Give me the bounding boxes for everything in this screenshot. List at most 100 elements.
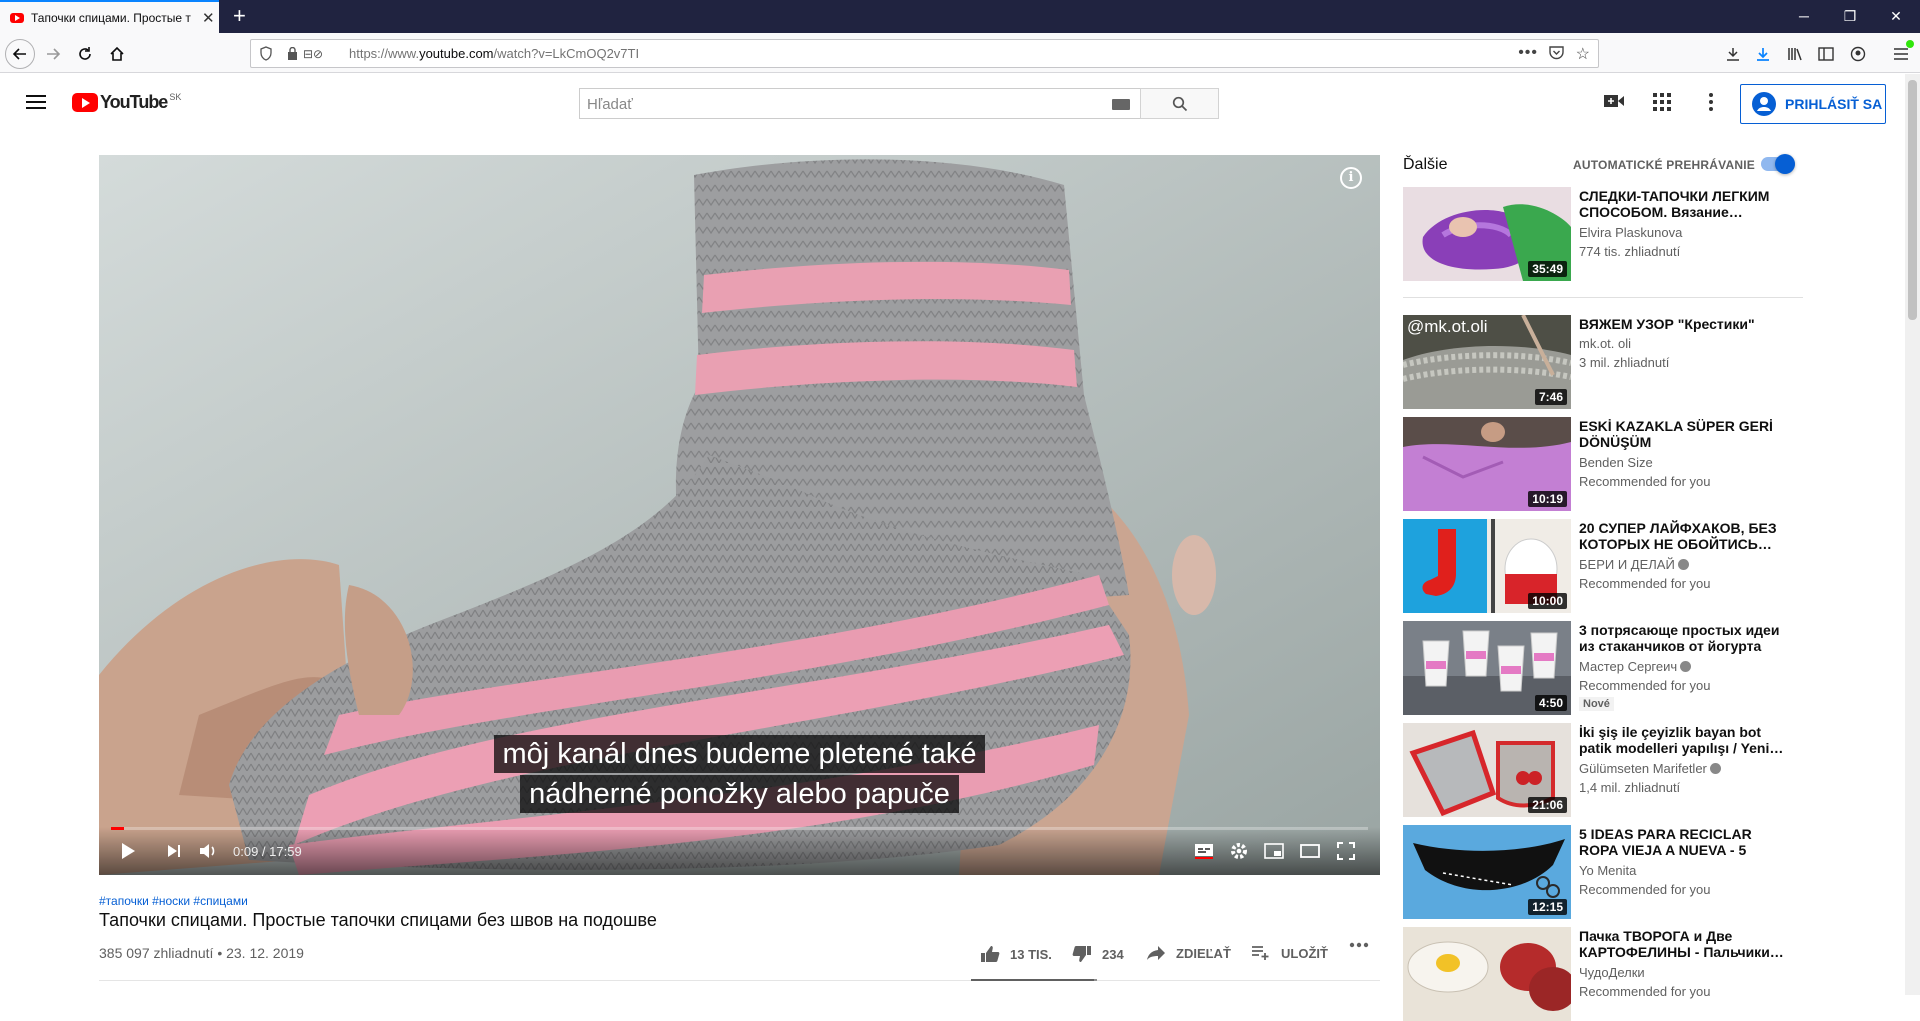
thumbnail-watermark: @mk.ot.oli	[1407, 317, 1488, 336]
address-bar[interactable]: ⊟⊘ https://www.youtube.com/watch?v=LkCmO…	[250, 39, 1599, 68]
keyboard-icon[interactable]	[1112, 99, 1130, 110]
video-meta: Recommended for you	[1579, 882, 1711, 897]
info-icon[interactable]: i	[1340, 167, 1362, 189]
recommended-title[interactable]: İki şiş ile çeyizlik bayan bot patik mod…	[1579, 724, 1784, 756]
subtitle-line-1: môj kanál dnes budeme pletené také	[493, 735, 986, 773]
subtitles-icon[interactable]	[1190, 837, 1218, 865]
browser-nav-bar: ⊟⊘ https://www.youtube.com/watch?v=LkCmO…	[0, 33, 1920, 73]
tab-title: Тапочки спицами. Простые т	[31, 10, 191, 25]
video-player[interactable]: i môj kanál dnes budeme pletené také nád…	[99, 155, 1380, 875]
menu-icon[interactable]	[1886, 39, 1916, 69]
video-meta: 774 tis. zhliadnutí	[1579, 244, 1681, 259]
signin-button[interactable]: PRIHLÁSIŤ SA	[1740, 84, 1886, 124]
miniplayer-icon[interactable]	[1260, 837, 1288, 865]
like-button[interactable]: 13 TIS.	[980, 945, 1052, 963]
restore-icon[interactable]: ❐	[1827, 0, 1873, 33]
browser-tab[interactable]: Тапочки спицами. Простые т ✕	[0, 0, 219, 33]
share-label: ZDIEĽAŤ	[1176, 945, 1231, 961]
dislike-count: 234	[1102, 946, 1124, 962]
recommended-title[interactable]: 5 IDEAS PARA RECICLAR ROPA VIEJA A NUEVA…	[1579, 826, 1784, 858]
create-video-icon[interactable]	[1603, 92, 1625, 110]
pocket-icon[interactable]	[1549, 46, 1564, 60]
recommended-title[interactable]: Пачка ТВОРОГА и Две КАРТОФЕЛИНЫ - Пальчи…	[1579, 928, 1784, 960]
permissions-icon[interactable]: ⊟⊘	[303, 47, 323, 61]
recommended-title[interactable]: 3 потрясающе простых идеи из стаканчиков…	[1579, 622, 1784, 654]
video-thumbnail[interactable]: @mk.ot.oli 7:46	[1403, 315, 1571, 409]
save-button[interactable]: ULOŽIŤ	[1251, 945, 1328, 961]
recommended-video[interactable]: 10:19 ESKİ KAZAKLA SÜPER GERİ DÖNÜŞÜM Be…	[1403, 417, 1803, 511]
recommended-title[interactable]: ВЯЖЕМ УЗОР "Крестики"	[1579, 316, 1784, 332]
account-icon[interactable]	[1843, 39, 1873, 69]
downloads-shelf-icon[interactable]	[1718, 39, 1748, 69]
scrollbar-thumb[interactable]	[1908, 80, 1917, 320]
volume-icon[interactable]	[194, 837, 222, 865]
new-tab-icon[interactable]: +	[233, 3, 246, 29]
channel-name: Elvira Plaskunova	[1579, 225, 1683, 240]
youtube-logo[interactable]: YouTube SK	[72, 92, 181, 113]
more-options-icon[interactable]	[1709, 93, 1713, 111]
video-thumbnail[interactable]: 35:49	[1403, 187, 1571, 281]
video-thumbnail[interactable]: 10:19	[1403, 417, 1571, 511]
fullscreen-icon[interactable]	[1332, 837, 1360, 865]
close-window-icon[interactable]: ✕	[1873, 0, 1919, 33]
progress-bar[interactable]	[111, 827, 1368, 830]
share-icon	[1147, 946, 1165, 960]
forward-icon[interactable]	[38, 39, 68, 69]
bookmark-star-icon[interactable]: ☆	[1576, 44, 1590, 64]
video-thumbnail[interactable]: 4:50	[1403, 621, 1571, 715]
minimize-icon[interactable]: ─	[1781, 0, 1827, 33]
recommended-title[interactable]: ESKİ KAZAKLA SÜPER GERİ DÖNÜŞÜM	[1579, 418, 1784, 450]
channel-name: БЕРИ И ДЕЛАЙ	[1579, 557, 1689, 572]
library-icon[interactable]	[1780, 39, 1810, 69]
recommended-title[interactable]: СЛЕДКИ-ТАПОЧКИ ЛЕГКИМ СПОСОБОМ. Вязание…	[1579, 188, 1784, 220]
recommended-video[interactable]: 4:50 3 потрясающе простых идеи из стакан…	[1403, 621, 1803, 715]
page-actions-icon[interactable]: •••	[1518, 44, 1538, 62]
shield-icon[interactable]	[259, 46, 273, 61]
duration-badge: 10:19	[1528, 491, 1567, 507]
sidebar-toggle-icon[interactable]	[1811, 39, 1841, 69]
play-icon[interactable]	[114, 837, 142, 865]
hamburger-menu-icon[interactable]	[24, 92, 48, 112]
dislike-button[interactable]: 234	[1072, 945, 1124, 963]
browser-tab-strip: Тапочки спицами. Простые т ✕ + ─ ❐ ✕	[0, 0, 1920, 33]
search-input[interactable]: Hľadať	[579, 88, 1140, 119]
search-button[interactable]	[1140, 88, 1219, 119]
new-badge: Nové	[1579, 697, 1614, 711]
channel-name: Мастер Сергеич	[1579, 659, 1692, 674]
page-scrollbar[interactable]	[1905, 74, 1920, 995]
channel-name: Benden Size	[1579, 455, 1653, 470]
autoplay-toggle[interactable]	[1761, 154, 1795, 174]
subtitle-line-2: nádherné ponožky alebo papuče	[520, 775, 959, 813]
logo-text: YouTube	[100, 92, 168, 112]
share-button[interactable]: ZDIEĽAŤ	[1146, 945, 1231, 961]
video-thumbnail[interactable]: 21:06	[1403, 723, 1571, 817]
url-text[interactable]: https://www.youtube.com/watch?v=LkCmOQ2v…	[349, 46, 639, 61]
search-icon	[1172, 96, 1187, 112]
recommended-video[interactable]: @mk.ot.oli 7:46 ВЯЖЕМ УЗОР "Крестики" mk…	[1403, 315, 1803, 409]
recommended-video[interactable]: 21:06 İki şiş ile çeyizlik bayan bot pat…	[1403, 723, 1803, 817]
next-icon[interactable]	[160, 837, 188, 865]
recommended-video[interactable]: Пачка ТВОРОГА и Две КАРТОФЕЛИНЫ - Пальчи…	[1403, 927, 1803, 1021]
like-count: 13 TIS.	[1010, 946, 1052, 962]
back-icon[interactable]	[5, 39, 35, 69]
recommended-video[interactable]: 35:49 СЛЕДКИ-ТАПОЧКИ ЛЕГКИМ СПОСОБОМ. Вя…	[1403, 187, 1803, 281]
video-thumbnail[interactable]: 10:00	[1403, 519, 1571, 613]
close-tab-icon[interactable]: ✕	[202, 9, 215, 27]
reload-icon[interactable]	[70, 39, 100, 69]
theater-mode-icon[interactable]	[1296, 837, 1324, 865]
home-icon[interactable]	[102, 39, 132, 69]
lock-icon[interactable]	[287, 47, 298, 60]
download-icon[interactable]	[1748, 39, 1778, 69]
subtitles: môj kanál dnes budeme pletené také nádhe…	[99, 735, 1380, 813]
video-thumbnail[interactable]	[1403, 927, 1571, 1021]
more-actions-icon[interactable]	[1349, 942, 1369, 948]
youtube-header: YouTube SK Hľadať PRIHLÁSIŤ SA	[0, 74, 1920, 130]
country-code: SK	[169, 91, 182, 102]
video-hashtags[interactable]: #тапочки #носки #спицами	[99, 894, 248, 908]
recommended-video[interactable]: 12:15 5 IDEAS PARA RECICLAR ROPA VIEJA A…	[1403, 825, 1803, 919]
recommended-title[interactable]: 20 СУПЕР ЛАЙФХАКОВ, БЕЗ КОТОРЫХ НЕ ОБОЙТ…	[1579, 520, 1784, 552]
recommended-video[interactable]: 10:00 20 СУПЕР ЛАЙФХАКОВ, БЕЗ КОТОРЫХ НЕ…	[1403, 519, 1803, 613]
video-thumbnail[interactable]: 12:15	[1403, 825, 1571, 919]
apps-grid-icon[interactable]	[1653, 93, 1671, 111]
settings-gear-icon[interactable]	[1225, 837, 1253, 865]
